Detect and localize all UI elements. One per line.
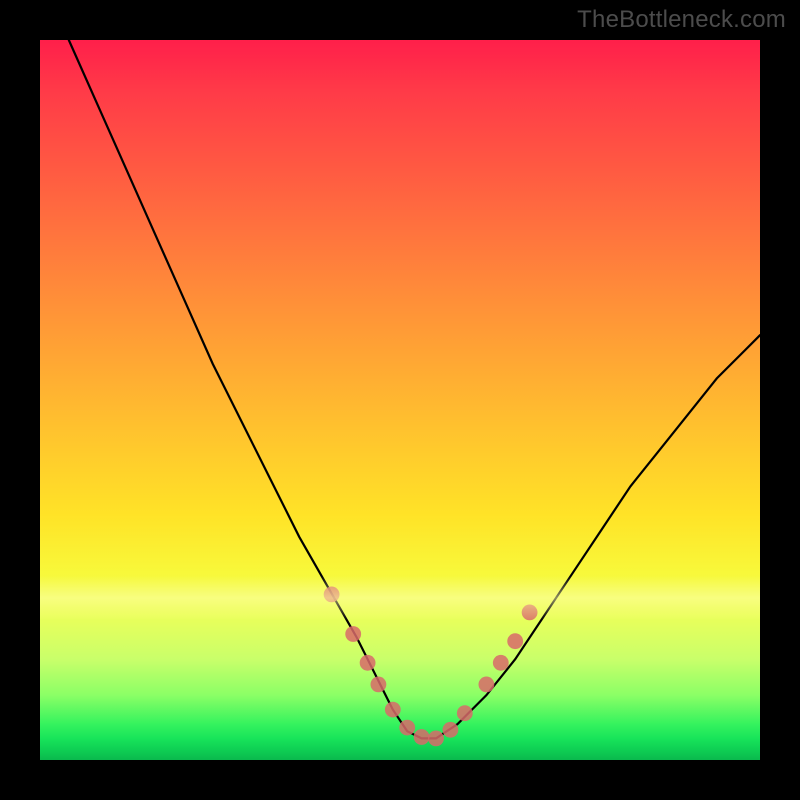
marker-point [345, 626, 361, 642]
marker-point [385, 702, 401, 718]
marker-point [443, 722, 459, 738]
plot-area [40, 40, 760, 760]
marker-point [457, 705, 473, 721]
chart-frame: TheBottleneck.com [0, 0, 800, 800]
marker-point [360, 655, 376, 671]
marker-point [399, 720, 415, 736]
bottleneck-curve [69, 40, 760, 738]
marker-point [371, 677, 387, 693]
marker-point [414, 729, 430, 745]
marker-point [507, 633, 523, 649]
marker-point [522, 605, 538, 621]
marker-point [324, 587, 340, 603]
marker-point [428, 731, 444, 747]
marker-point [493, 655, 509, 671]
chart-svg [40, 40, 760, 760]
marker-point [479, 677, 495, 693]
watermark-text: TheBottleneck.com [577, 6, 786, 34]
marker-group [324, 587, 538, 747]
